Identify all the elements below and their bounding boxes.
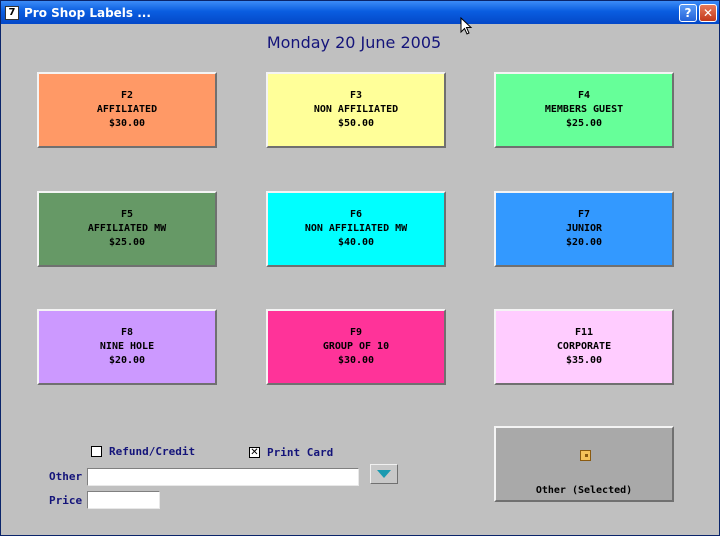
refund-credit-option[interactable]: Refund/Credit [91, 445, 195, 458]
price-input[interactable] [87, 491, 160, 509]
print-card-checkbox[interactable]: ✕ [249, 447, 260, 458]
print-card-option[interactable]: ✕ Print Card [249, 446, 333, 459]
tile-affiliated-mw[interactable]: F5 AFFILIATED MW $25.00 [37, 191, 217, 267]
tile-key: F9 [349, 327, 363, 338]
tile-affiliated[interactable]: F2 AFFILIATED $30.00 [37, 72, 217, 148]
tile-name: GROUP OF 10 [322, 341, 390, 352]
other-label: Other [49, 470, 83, 483]
note-icon [580, 450, 591, 461]
tile-key: F2 [120, 90, 134, 101]
close-button[interactable]: ✕ [699, 4, 717, 22]
tile-price: $40.00 [337, 237, 375, 248]
tile-price: $35.00 [565, 355, 603, 366]
tile-price: $30.00 [337, 355, 375, 366]
tile-name: NON AFFILIATED [313, 104, 399, 115]
tile-corporate[interactable]: F11 CORPORATE $35.00 [494, 309, 674, 385]
tile-name: MEMBERS GUEST [544, 104, 624, 115]
tile-price: $25.00 [108, 237, 146, 248]
help-button[interactable]: ? [679, 4, 697, 22]
pro-shop-labels-window: 7 Pro Shop Labels ... ? ✕ Monday 20 June… [0, 0, 720, 536]
tile-name: JUNIOR [565, 223, 603, 234]
other-selected-label: Other (Selected) [535, 485, 633, 496]
tile-key: F4 [577, 90, 591, 101]
tile-members-guest[interactable]: F4 MEMBERS GUEST $25.00 [494, 72, 674, 148]
other-input[interactable] [87, 468, 359, 486]
tile-name: NINE HOLE [99, 341, 155, 352]
window-title: Pro Shop Labels ... [24, 5, 151, 20]
tile-key: F6 [349, 209, 363, 220]
tile-non-affiliated-mw[interactable]: F6 NON AFFILIATED MW $40.00 [266, 191, 446, 267]
tile-key: F7 [577, 209, 591, 220]
current-date: Monday 20 June 2005 [266, 33, 442, 52]
tile-name: AFFILIATED MW [87, 223, 167, 234]
tile-key: F8 [120, 327, 134, 338]
tile-price: $50.00 [337, 118, 375, 129]
chevron-down-icon [377, 470, 391, 478]
tile-name: CORPORATE [556, 341, 612, 352]
client-area: Monday 20 June 2005 F2 AFFILIATED $30.00… [4, 24, 718, 534]
tile-junior[interactable]: F7 JUNIOR $20.00 [494, 191, 674, 267]
tile-price: $30.00 [108, 118, 146, 129]
tile-non-affiliated[interactable]: F3 NON AFFILIATED $50.00 [266, 72, 446, 148]
price-label: Price [49, 494, 83, 507]
tile-key: F3 [349, 90, 363, 101]
mouse-cursor-icon [460, 17, 473, 35]
tile-name: AFFILIATED [96, 104, 158, 115]
app-icon: 7 [5, 5, 19, 20]
tile-key: F11 [574, 327, 594, 338]
refund-credit-checkbox[interactable] [91, 446, 102, 457]
tile-price: $20.00 [108, 355, 146, 366]
refund-credit-label: Refund/Credit [109, 445, 196, 458]
other-dropdown-button[interactable] [370, 464, 398, 484]
tile-price: $25.00 [565, 118, 603, 129]
print-card-label: Print Card [267, 446, 334, 459]
tile-key: F5 [120, 209, 134, 220]
tile-nine-hole[interactable]: F8 NINE HOLE $20.00 [37, 309, 217, 385]
other-selected-button[interactable]: Other (Selected) [494, 426, 674, 502]
tile-group-of-10[interactable]: F9 GROUP OF 10 $30.00 [266, 309, 446, 385]
tile-name: NON AFFILIATED MW [304, 223, 408, 234]
tile-price: $20.00 [565, 237, 603, 248]
title-bar[interactable]: 7 Pro Shop Labels ... ? ✕ [1, 1, 719, 24]
